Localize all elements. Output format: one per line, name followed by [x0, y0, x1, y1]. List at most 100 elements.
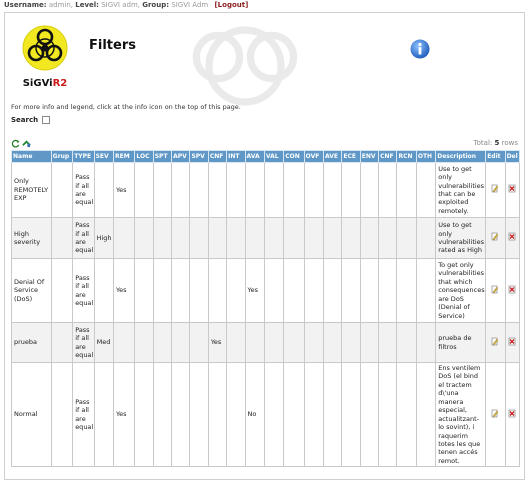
edit-icon[interactable] — [491, 409, 499, 418]
column-header[interactable]: Name — [11, 150, 52, 163]
cell-empty — [359, 162, 380, 218]
column-header[interactable]: ECE — [341, 150, 361, 163]
table-body: Only REMOTELY EXP Pass if all are equal Ye… — [11, 162, 521, 468]
cell-description: Use to get only vulnerabilities rated as… — [435, 217, 487, 259]
column-header[interactable]: LOC — [134, 150, 154, 163]
cell-rem: Yes — [112, 162, 136, 218]
cell-empty — [134, 258, 154, 323]
cell-empty — [303, 258, 325, 323]
cell-empty — [226, 217, 246, 259]
delete-icon[interactable] — [508, 184, 516, 193]
logout-link[interactable]: [Logout] — [214, 1, 248, 9]
cell-empty — [189, 322, 209, 363]
search-input[interactable] — [42, 116, 51, 124]
cell-sev — [93, 162, 114, 218]
delete-icon[interactable] — [508, 285, 516, 294]
cell-type: Pass if all are equal — [72, 258, 95, 323]
column-header[interactable]: AVE — [323, 150, 343, 163]
edit-icon[interactable] — [491, 285, 499, 294]
cell-type: Pass if all are equal — [72, 361, 95, 468]
column-header[interactable]: TYPE — [72, 150, 95, 163]
cell-empty — [263, 322, 285, 363]
column-header[interactable]: VAL — [263, 150, 285, 163]
column-header[interactable]: OVF — [303, 150, 325, 163]
delete-cell — [504, 258, 521, 323]
column-header[interactable]: CNF — [378, 150, 398, 163]
biohazard-watermark-icon — [192, 26, 298, 106]
cell-name: prueba — [11, 322, 52, 363]
delete-cell — [504, 361, 521, 468]
column-header[interactable]: APV — [171, 150, 191, 163]
cell-empty — [226, 258, 246, 323]
column-header[interactable]: Del — [504, 150, 521, 163]
delete-icon[interactable] — [508, 232, 516, 241]
edit-cell — [485, 217, 506, 259]
total-label: Total: — [473, 139, 493, 147]
cell-empty — [263, 217, 285, 259]
table-row: Only REMOTELY EXP Pass if all are equal Ye… — [11, 162, 521, 218]
cell-empty — [134, 322, 154, 363]
column-header[interactable]: RCN — [396, 150, 417, 163]
column-header[interactable]: OTH — [415, 150, 437, 163]
cell-name: Only REMOTELY EXP — [11, 162, 52, 218]
cell-ava — [244, 322, 265, 363]
info-icon[interactable] — [410, 39, 430, 59]
cell-sev: Med — [93, 322, 114, 363]
cell-empty — [152, 162, 173, 218]
total-count: 5 — [494, 139, 500, 147]
cell-empty — [415, 162, 437, 218]
cell-empty — [396, 217, 417, 259]
cell-empty — [415, 217, 437, 259]
edit-icon[interactable] — [491, 337, 499, 346]
cell-empty — [303, 322, 325, 363]
column-header[interactable]: Description — [435, 150, 487, 163]
column-header[interactable]: Grup — [50, 150, 74, 163]
cell-empty — [226, 322, 246, 363]
column-header[interactable]: AVA — [244, 150, 265, 163]
column-header[interactable]: SPT — [152, 150, 173, 163]
cell-empty — [341, 361, 361, 468]
cell-ava: Yes — [244, 258, 265, 323]
cell-empty — [396, 322, 417, 363]
table-row: Denial Of Service (DoS) Pass if all are e… — [11, 258, 521, 323]
cell-empty — [396, 361, 417, 468]
cell-grup — [50, 162, 74, 218]
filters-table-wrapper: Name Grup TYPE SEV REM LOC SPT APV SPV CNF INT AVA V… — [11, 150, 521, 468]
edit-icon[interactable] — [491, 184, 499, 193]
delete-cell — [504, 322, 521, 363]
cell-empty — [226, 361, 246, 468]
cell-empty — [341, 258, 361, 323]
cell-rem: Yes — [112, 361, 136, 468]
column-header[interactable]: REM — [112, 150, 136, 163]
edit-icon[interactable] — [491, 232, 499, 241]
add-icon[interactable] — [22, 139, 31, 148]
cell-type: Pass if all are equal — [72, 217, 95, 259]
cell-grup — [50, 258, 74, 323]
column-header[interactable]: CON — [283, 150, 305, 163]
cell-empty — [359, 258, 380, 323]
cell-empty — [378, 162, 398, 218]
cell-empty — [359, 217, 380, 259]
delete-icon[interactable] — [508, 409, 516, 418]
column-header[interactable]: Edit — [485, 150, 506, 163]
delete-icon[interactable] — [508, 337, 516, 346]
table-toolbar — [11, 139, 31, 148]
cell-empty — [171, 361, 191, 468]
filters-table: Name Grup TYPE SEV REM LOC SPT APV SPV CNF INT AVA V… — [11, 150, 521, 468]
cell-empty — [378, 361, 398, 468]
cell-empty — [134, 162, 154, 218]
table-row: High severity Pass if all are equal High Us… — [11, 217, 521, 259]
column-header[interactable]: SEV — [93, 150, 114, 163]
column-header[interactable]: CNF — [207, 150, 228, 163]
column-header[interactable]: SPV — [189, 150, 209, 163]
column-header[interactable]: ENV — [359, 150, 380, 163]
user-bar: Username: admin, Level: SIGVI adm, Group… — [0, 0, 529, 11]
cell-description: Use to get only vulnerabilities that can… — [435, 162, 487, 218]
cell-empty — [323, 162, 343, 218]
column-header[interactable]: INT — [226, 150, 246, 163]
cell-sev — [93, 361, 114, 468]
cell-empty — [152, 322, 173, 363]
svg-text:SiGViR2: SiGViR2 — [23, 78, 68, 89]
refresh-icon[interactable] — [11, 139, 20, 148]
cell-empty — [263, 162, 285, 218]
